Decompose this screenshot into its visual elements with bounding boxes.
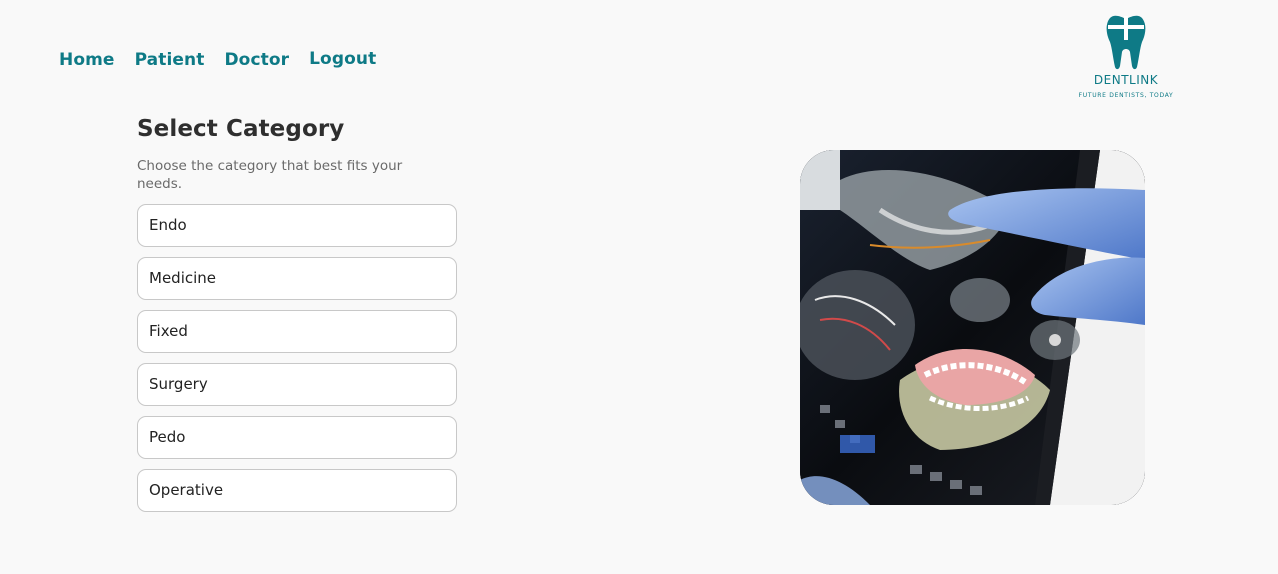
category-option-fixed[interactable]: Fixed: [137, 310, 457, 353]
nav-link-logout[interactable]: Logout: [309, 49, 376, 69]
brand-name: DENTLINK: [1093, 73, 1159, 87]
page-subtitle: Choose the category that best fits your …: [137, 158, 403, 192]
page-title: Select Category: [137, 116, 345, 142]
category-option-surgery[interactable]: Surgery: [137, 363, 457, 406]
tooth-icon: [1106, 15, 1146, 70]
category-panel: Select Category Choose the category that…: [137, 116, 457, 522]
nav-link-doctor[interactable]: Doctor: [224, 50, 289, 70]
top-nav: Home Patient Doctor Logout: [59, 49, 396, 70]
category-option-operative[interactable]: Operative: [137, 469, 457, 512]
nav-link-patient[interactable]: Patient: [135, 50, 205, 70]
category-list: Endo Medicine Fixed Surgery Pedo Operati…: [137, 204, 457, 512]
category-option-pedo[interactable]: Pedo: [137, 416, 457, 459]
nav-link-home[interactable]: Home: [59, 50, 115, 70]
category-option-endo[interactable]: Endo: [137, 204, 457, 247]
category-option-medicine[interactable]: Medicine: [137, 257, 457, 300]
dental-xray-image: [800, 150, 1145, 505]
brand-logo: DENTLINK FUTURE DENTISTS, TODAY: [1070, 14, 1182, 99]
brand-tagline: FUTURE DENTISTS, TODAY: [1078, 92, 1174, 99]
